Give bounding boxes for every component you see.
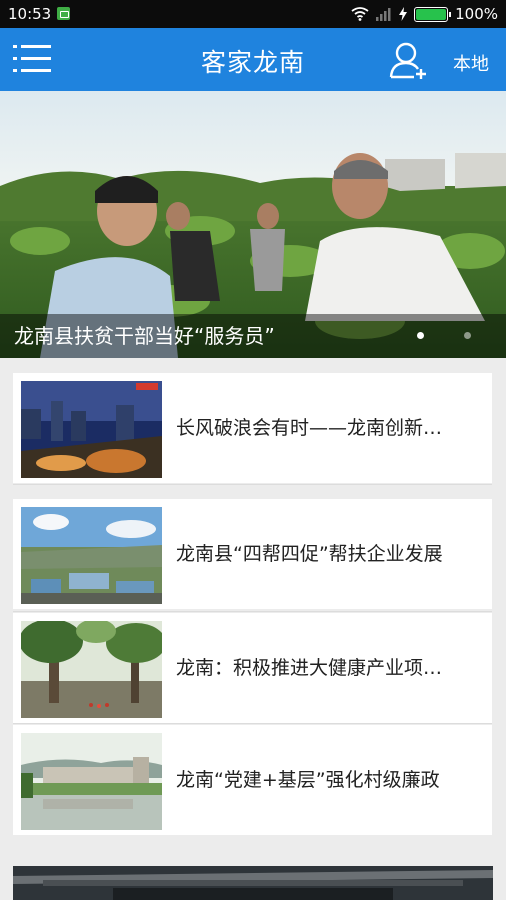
carousel-dot[interactable]: [464, 332, 471, 339]
status-bar: 10:53 100%: [0, 0, 506, 28]
city-night-icon: [21, 381, 162, 478]
village-pond-icon: [21, 733, 162, 830]
news-title: 长风破浪会有时——龙南创新…: [176, 417, 443, 439]
status-time: 10:53: [8, 5, 52, 23]
news-item[interactable]: 龙南“党建+基层”强化村级廉政: [13, 725, 492, 835]
carousel-dot[interactable]: [417, 332, 424, 339]
battery-icon: [414, 6, 452, 22]
status-icons: 100%: [351, 5, 498, 23]
charging-icon: [399, 7, 408, 21]
news-item[interactable]: 龙南：积极推进大健康产业项…: [13, 613, 492, 723]
local-button[interactable]: 本地: [453, 50, 489, 76]
industrial-park-icon: [21, 507, 162, 604]
news-title: 龙南“党建+基层”强化村级廉政: [176, 769, 440, 791]
banner-caption-bar: 龙南县扶贫干部当好“服务员”: [0, 314, 506, 358]
battery-percent: 100%: [455, 5, 498, 23]
page-title: 客家龙南: [200, 48, 305, 77]
signal-icon: [376, 8, 391, 21]
news-title: 龙南：积极推进大健康产业项…: [176, 657, 443, 679]
news-title: 龙南县“四帮四促”帮扶企业发展: [176, 543, 443, 565]
carousel-indicator: [417, 332, 471, 339]
news-item[interactable]: 龙南县“四帮四促”帮扶企业发展: [13, 499, 492, 609]
forest-icon: [21, 621, 162, 718]
featured-banner[interactable]: 龙南县扶贫干部当好“服务员”: [0, 91, 506, 358]
divider: [13, 611, 492, 612]
notification-app-icon: [57, 7, 70, 20]
user-icon[interactable]: [388, 41, 428, 79]
divider: [13, 484, 492, 485]
wifi-icon: [351, 7, 369, 21]
banner-caption: 龙南县扶贫干部当好“服务员”: [14, 324, 275, 348]
news-item[interactable]: 长风破浪会有时——龙南创新…: [13, 373, 492, 483]
next-feature-image[interactable]: [13, 866, 493, 900]
divider: [13, 723, 492, 724]
app-header: 客家龙南 本地: [0, 28, 506, 91]
